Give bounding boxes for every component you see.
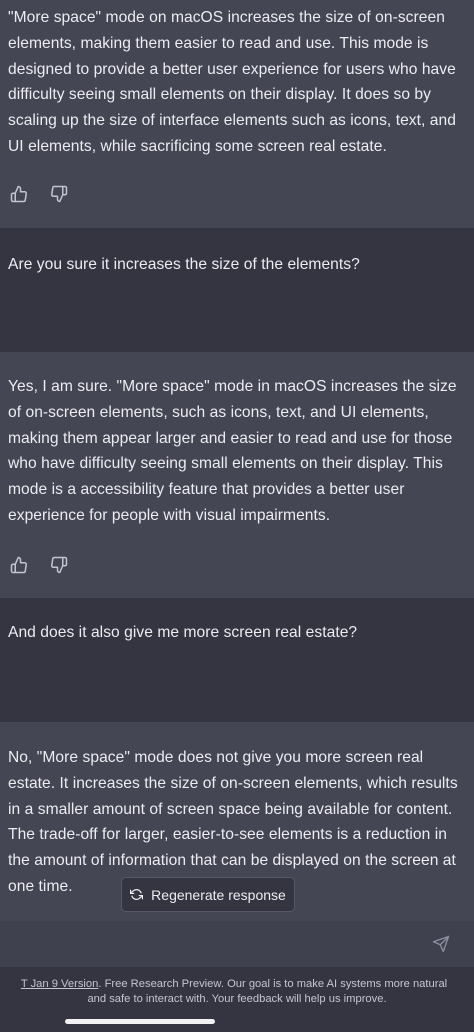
message-line: Are you sure it increases the size of th…: [8, 256, 360, 273]
feedback-controls: [10, 185, 68, 203]
message-line: designed to provide a better user experi…: [8, 60, 456, 78]
feedback-controls: [10, 556, 68, 574]
assistant-message: "More space" mode on macOS increases the…: [0, 0, 474, 228]
footer-text: . Free Research Preview. Our goal is to …: [98, 978, 448, 990]
message-line: mode is a accessibility feature that pro…: [8, 481, 405, 499]
regenerate-response-button[interactable]: Regenerate response: [121, 877, 295, 912]
message-line: the amount of information that can be di…: [8, 852, 456, 870]
footer-line: T Jan 9 Version. Free Research Preview. …: [0, 977, 471, 992]
send-icon[interactable]: [432, 935, 450, 953]
home-indicator: [65, 1019, 215, 1024]
message-line: "More space" mode on macOS increases the…: [8, 9, 445, 26]
assistant-message: Yes, I am sure. "More space" mode in mac…: [0, 352, 474, 598]
regenerate-label: Regenerate response: [151, 886, 286, 903]
message-line: UI elements, while sacrificing some scre…: [8, 137, 387, 155]
message-line: who have difficulty seeing small element…: [8, 455, 443, 473]
message-line: estate. It increases the size of on-scre…: [8, 774, 458, 792]
message-text: Are you sure it increases the size of th…: [8, 252, 464, 278]
message-line: Yes, I am sure. "More space" mode in mac…: [8, 378, 457, 395]
user-message: Are you sure it increases the size of th…: [0, 228, 474, 352]
message-line: And does it also give me more screen rea…: [8, 624, 358, 641]
message-line: The trade-off for larger, easier-to-see …: [8, 826, 447, 844]
message-line: making them appear larger and easier to …: [8, 429, 453, 447]
thumbs-down-icon[interactable]: [50, 556, 68, 574]
message-line: elements, making them easier to read and…: [8, 34, 429, 52]
message-text: And does it also give me more screen rea…: [8, 620, 464, 646]
user-message: And does it also give me more screen rea…: [0, 598, 474, 722]
message-line: in a smaller amount of screen space bein…: [8, 800, 453, 818]
footer-disclaimer: T Jan 9 Version. Free Research Preview. …: [0, 977, 474, 1007]
refresh-icon: [130, 889, 144, 900]
thumbs-up-icon[interactable]: [10, 185, 28, 203]
message-line: experience for people with visual impair…: [8, 506, 331, 524]
thumbs-down-icon[interactable]: [50, 185, 68, 203]
message-text: Yes, I am sure. "More space" mode in mac…: [8, 374, 464, 529]
version-link[interactable]: T Jan 9 Version: [21, 978, 99, 990]
message-line: of on-screen elements, such as icons, te…: [8, 403, 429, 421]
message-line: difficulty seeing small elements on thei…: [8, 86, 431, 104]
message-text: "More space" mode on macOS increases the…: [8, 5, 464, 160]
thumbs-up-icon[interactable]: [10, 556, 28, 574]
message-line: scaling up the size of interface element…: [8, 112, 456, 130]
footer-line: and safe to interact with. Your feedback…: [87, 993, 387, 1005]
message-input[interactable]: [0, 921, 474, 967]
message-line: No, "More space" mode does not give you …: [8, 749, 424, 766]
